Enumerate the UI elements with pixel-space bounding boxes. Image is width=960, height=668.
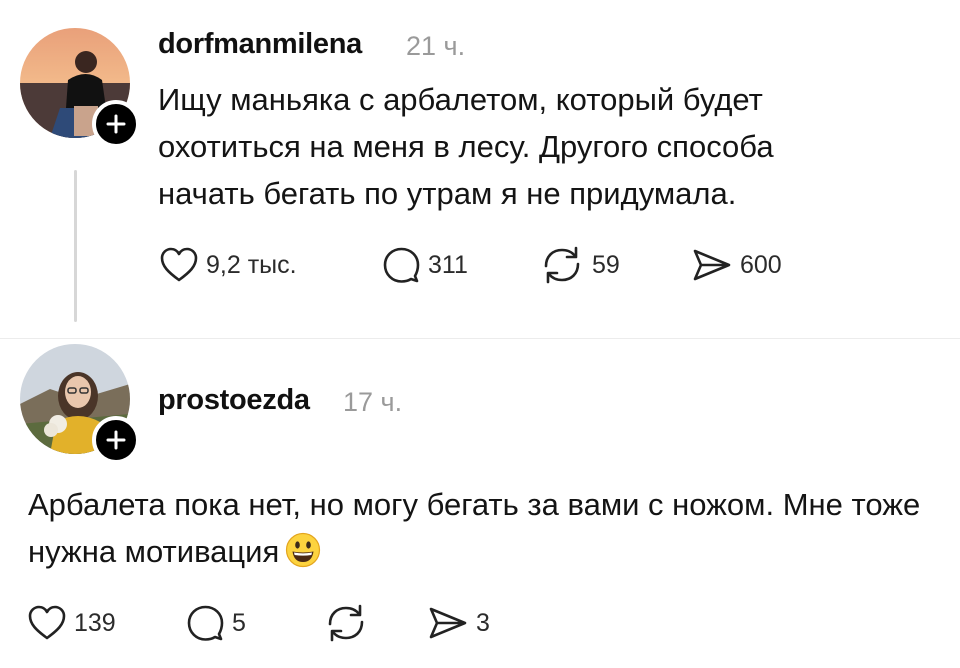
repost-button[interactable] xyxy=(324,604,428,642)
username[interactable]: prostoezda xyxy=(158,384,310,417)
heart-icon xyxy=(28,605,66,640)
share-count: 3 xyxy=(476,608,490,637)
like-button[interactable]: 139 xyxy=(28,605,186,641)
speech-bubble-icon xyxy=(187,605,224,641)
timestamp: 17 ч. xyxy=(343,387,403,417)
paper-plane-icon xyxy=(429,607,467,639)
grinning-face-emoji xyxy=(285,532,321,581)
post-text: Арбалета пока нет, но могу бегать за вам… xyxy=(28,481,943,581)
post-2: prostoezda 17 ч. Арбалета пока нет, но м… xyxy=(0,0,960,668)
post-actions: 139 5 3 xyxy=(28,604,490,642)
share-button[interactable]: 3 xyxy=(428,606,490,640)
reply-button[interactable]: 5 xyxy=(186,604,324,642)
plus-icon xyxy=(106,430,126,450)
follow-button[interactable] xyxy=(92,416,140,464)
reply-count: 5 xyxy=(232,608,246,637)
post-text-content: Арбалета пока нет, но могу бегать за вам… xyxy=(28,487,921,569)
like-count: 139 xyxy=(74,608,116,637)
repost-arrows-icon xyxy=(328,604,364,642)
